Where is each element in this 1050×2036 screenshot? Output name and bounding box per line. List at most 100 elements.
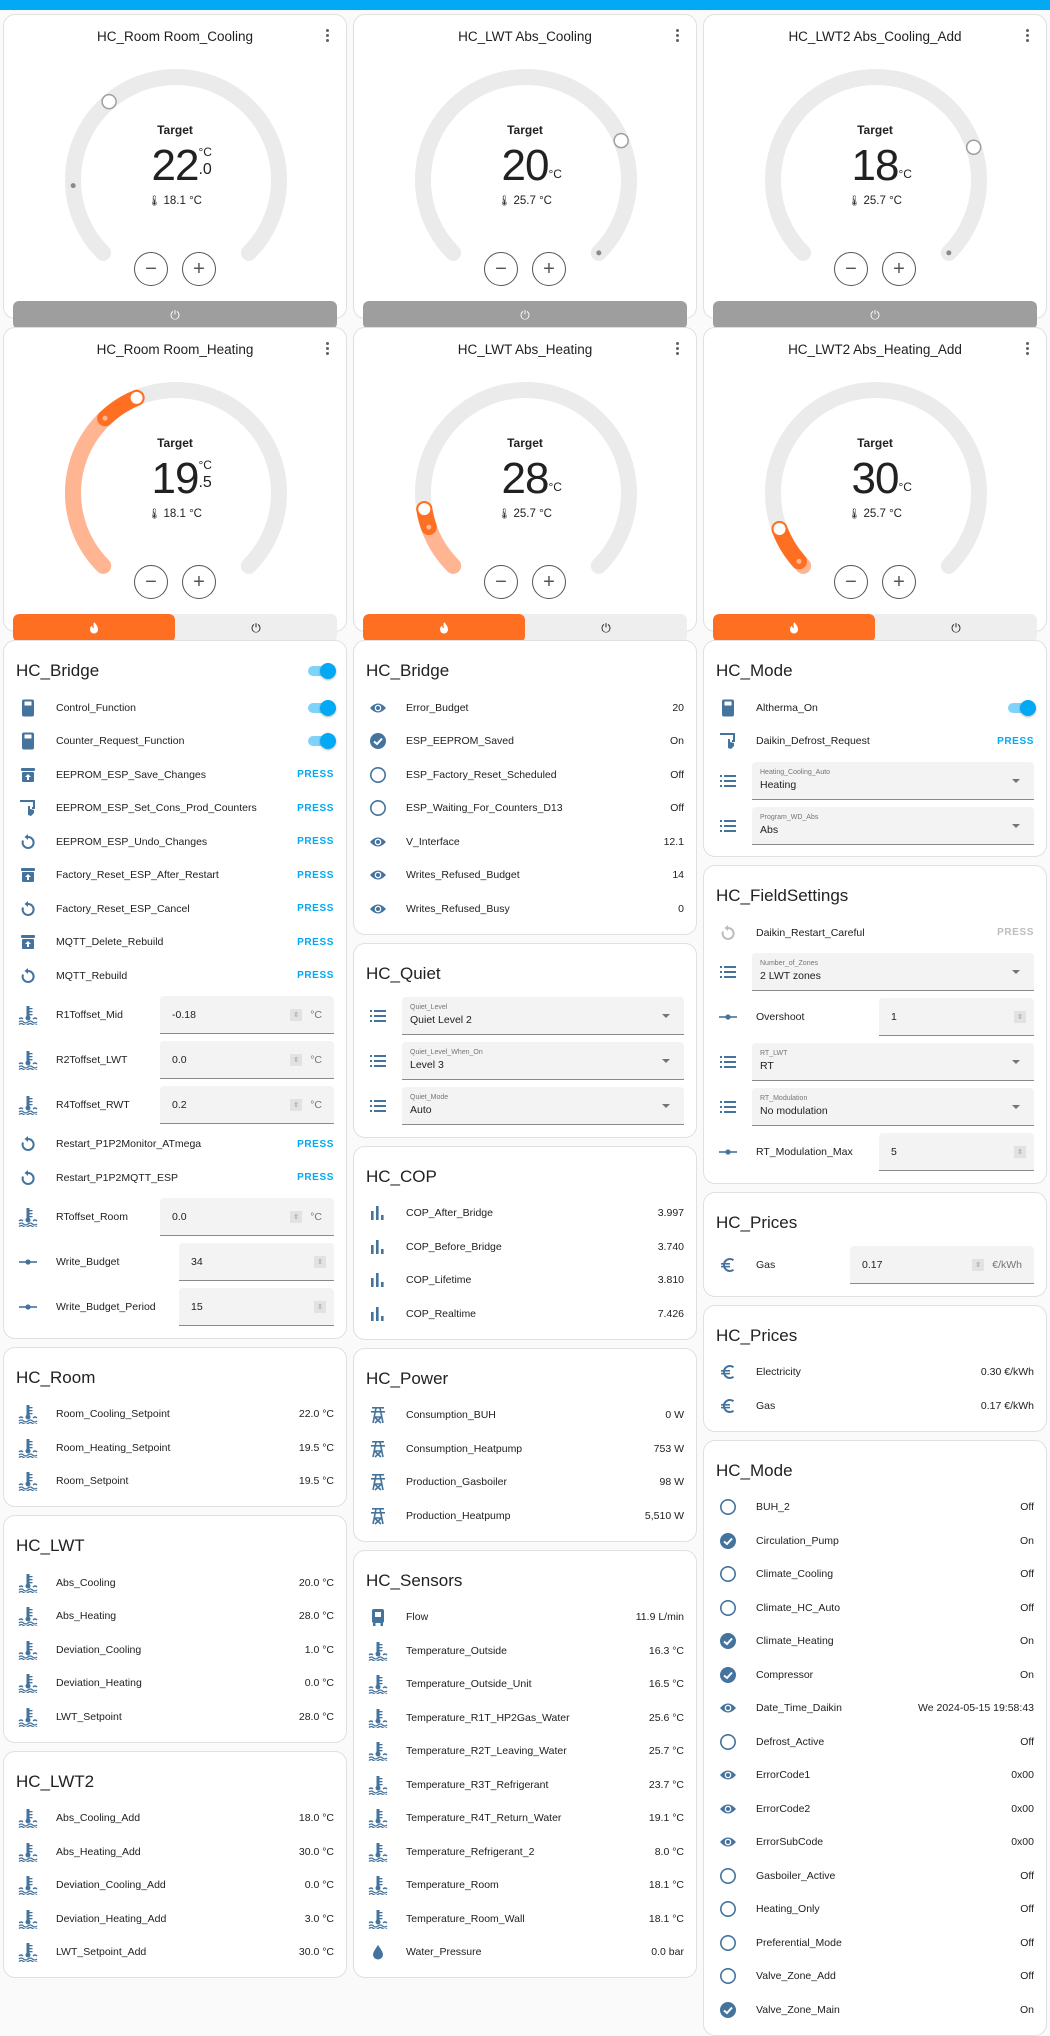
select-field[interactable]: Quiet_Mode Auto <box>402 1087 684 1125</box>
mode-off-button[interactable]: ⏻ <box>13 301 337 329</box>
toggle-switch[interactable] <box>306 733 336 750</box>
mode-off-button[interactable]: ⏻ <box>525 614 687 642</box>
decrease-button[interactable]: − <box>484 252 518 286</box>
fire-icon <box>90 622 98 634</box>
current-temperature: 🌡︎ 25.7 °C <box>704 508 1046 520</box>
entity-name: RT_Modulation_Max <box>756 1146 853 1158</box>
decrease-button[interactable]: − <box>834 565 868 599</box>
mode-heat-button[interactable] <box>713 614 875 642</box>
decrease-button[interactable]: − <box>134 252 168 286</box>
entity-name: Counter_Request_Function <box>56 735 185 748</box>
select-field[interactable]: Quiet_Level Quiet Level 2 <box>402 997 684 1035</box>
spinner-icon[interactable]: ⇳ <box>290 1098 303 1111</box>
press-button[interactable]: PRESS <box>297 1172 334 1183</box>
spinner-icon[interactable]: ⇳ <box>290 1210 303 1223</box>
gas-price-input[interactable]: 0.17 ⇳ €/kWh <box>850 1246 1034 1284</box>
entity-row: Consumption_BUH 0 W <box>354 1399 696 1433</box>
dropdown-arrow-icon <box>1012 778 1020 783</box>
increase-button[interactable]: + <box>532 565 566 599</box>
card-header-toggle[interactable] <box>306 663 336 679</box>
press-button[interactable]: PRESS <box>297 870 334 881</box>
increase-button[interactable]: + <box>182 565 216 599</box>
thermometer-icon: 🌡︎ <box>848 509 864 520</box>
press-button[interactable]: PRESS <box>297 970 334 981</box>
entity-value: 0.0 °C <box>304 1677 334 1690</box>
press-button[interactable]: PRESS <box>297 937 334 948</box>
select-number-of-zones[interactable]: Number_of_Zones 2 LWT zones <box>752 953 1034 991</box>
decrease-button[interactable]: − <box>484 565 518 599</box>
mode-off-button[interactable]: ⏻ <box>363 301 687 329</box>
input-value: 34 <box>191 1255 203 1268</box>
entity-row: Control_Function <box>4 691 346 725</box>
entity-row: Deviation_Heating_Add 3.0 °C <box>4 1902 346 1936</box>
spinner-icon[interactable]: ⇳ <box>972 1258 985 1271</box>
decrease-button[interactable]: − <box>834 252 868 286</box>
select-field[interactable]: Program_WD_Abs Abs <box>752 806 1034 845</box>
select-rt-modulation[interactable]: RT_Modulation No modulation <box>752 1088 1034 1126</box>
number-input[interactable]: 34 ⇳ <box>179 1243 334 1281</box>
press-button[interactable]: PRESS <box>297 1139 334 1150</box>
spinner-icon[interactable]: ⇳ <box>314 1255 326 1268</box>
mode-off-button[interactable]: ⏻ <box>713 301 1037 329</box>
select-field[interactable]: Heating_Cooling_Auto Heating <box>752 761 1034 800</box>
number-input[interactable]: 0.0 ⇳ °C <box>160 1041 334 1079</box>
toggle-switch[interactable] <box>1006 699 1036 716</box>
target-label: Target <box>857 123 893 137</box>
overshoot-input[interactable]: 1 ⇳ <box>879 998 1034 1036</box>
increase-button[interactable]: + <box>532 252 566 286</box>
mode-heat-button[interactable] <box>13 614 175 642</box>
number-input[interactable]: 15 ⇳ <box>179 1288 334 1326</box>
thermometer-water-icon <box>366 1873 390 1897</box>
press-button[interactable]: PRESS <box>297 903 334 914</box>
decrease-button[interactable]: − <box>134 565 168 599</box>
entity-row: Climate_Heating On <box>704 1625 1046 1659</box>
entity-name: ESP_Waiting_For_Counters_D13 <box>406 802 563 815</box>
spinner-icon[interactable]: ⇳ <box>1014 1010 1026 1023</box>
entity-row: LWT_Setpoint 28.0 °C <box>4 1700 346 1734</box>
entity-name: COP_Realtime <box>406 1307 477 1320</box>
target-handle[interactable] <box>101 93 117 110</box>
card-title: HC_Prices <box>716 1325 798 1345</box>
mode-off-button[interactable]: ⏻ <box>175 614 337 642</box>
press-button[interactable]: PRESS <box>997 736 1034 747</box>
press-button[interactable]: PRESS <box>997 927 1034 938</box>
number-input[interactable]: 0.2 ⇳ °C <box>160 1086 334 1124</box>
spinner-icon[interactable]: ⇳ <box>290 1008 303 1021</box>
target-handle[interactable] <box>128 389 145 406</box>
card-title: HC_Mode <box>716 1460 793 1480</box>
thermostat-center: Target 19 °C .5 🌡︎ 18.1 °C <box>4 436 346 520</box>
thermometer-water-icon <box>16 1806 40 1830</box>
entity-name: ESP_EEPROM_Saved <box>406 735 514 748</box>
entity-name: Room_Setpoint <box>56 1475 129 1488</box>
number-input[interactable]: -0.18 ⇳ °C <box>160 996 334 1034</box>
toggle-switch[interactable] <box>306 699 336 716</box>
mode-off-button[interactable]: ⏻ <box>875 614 1037 642</box>
entity-name: Restart_P1P2MQTT_ESP <box>56 1171 178 1184</box>
select-field[interactable]: Quiet_Level_When_On Level 3 <box>402 1042 684 1080</box>
cop-card: HC_COP COP_After_Bridge 3.997 COP_Before_B… <box>353 1145 697 1340</box>
number-input[interactable]: 0.0 ⇳ °C <box>160 1198 334 1236</box>
entity-row: Gasboiler_Active Off <box>704 1859 1046 1893</box>
entity-value: 3.740 <box>657 1240 684 1253</box>
press-button[interactable]: PRESS <box>297 836 334 847</box>
thermostat-center: Target 28 °C 🌡︎ 25.7 °C <box>354 436 696 520</box>
spinner-icon[interactable]: ⇳ <box>1014 1145 1026 1158</box>
press-button[interactable]: PRESS <box>297 769 334 780</box>
spinner-icon[interactable]: ⇳ <box>314 1300 326 1313</box>
entity-name: MQTT_Rebuild <box>56 969 128 982</box>
increase-button[interactable]: + <box>882 565 916 599</box>
spinner-icon[interactable]: ⇳ <box>290 1053 303 1066</box>
entity-row: Deviation_Cooling 1.0 °C <box>4 1633 346 1667</box>
mode-heat-button[interactable] <box>363 614 525 642</box>
press-button[interactable]: PRESS <box>297 803 334 814</box>
rt-modulation-max-input[interactable]: 5 ⇳ <box>879 1133 1034 1171</box>
entity-row: Room_Setpoint 19.5 °C <box>4 1465 346 1499</box>
target-handle[interactable] <box>771 520 788 537</box>
select-rt-lwt[interactable]: RT_LWT RT <box>752 1043 1034 1081</box>
entity-name: Temperature_Room_Wall <box>406 1912 525 1925</box>
entity-value: Off <box>670 768 684 781</box>
increase-button[interactable]: + <box>182 252 216 286</box>
entity-list: Flow 11.9 L/min Temperature_Outside 16.3 °C… <box>354 1601 696 1970</box>
increase-button[interactable]: + <box>882 252 916 286</box>
entity-row: Valve_Zone_Add Off <box>704 1960 1046 1994</box>
